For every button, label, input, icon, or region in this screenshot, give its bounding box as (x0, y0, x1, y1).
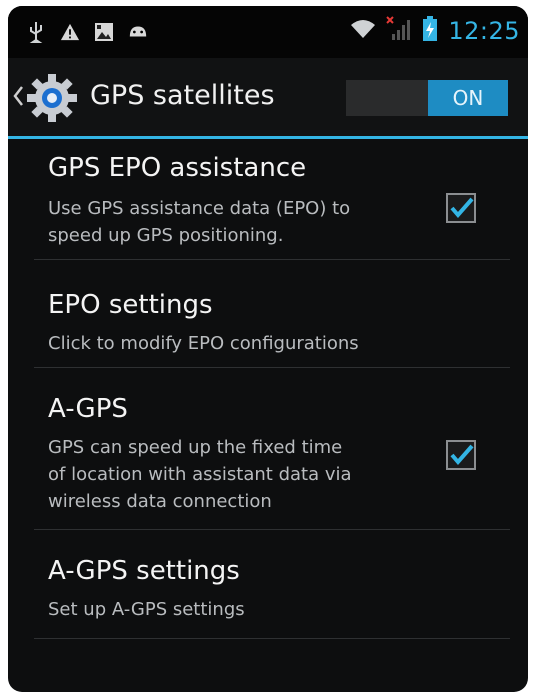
page-frame: 12:25 GPS satellites ON GPS EPO assistan… (0, 0, 534, 698)
image-notification-icon (94, 22, 114, 42)
a-gps-checkbox[interactable] (446, 440, 476, 470)
item-subtitle: Set up A-GPS settings (48, 596, 408, 623)
notification-icons (26, 22, 148, 43)
warning-icon (60, 22, 80, 42)
no-signal-icon (386, 16, 412, 46)
item-subtitle-line: speed up GPS positioning. (48, 225, 284, 246)
page-title: GPS satellites (90, 80, 275, 111)
gps-toggle-switch[interactable]: ON (346, 80, 508, 116)
checkmark-icon (450, 444, 474, 466)
back-chevron-icon[interactable] (12, 84, 24, 112)
item-subtitle: Click to modify EPO configurations (48, 330, 408, 357)
item-title: A-GPS (48, 394, 128, 424)
list-item-a-gps[interactable]: A-GPS GPS can speed up the fixed time of… (8, 368, 528, 529)
gear-icon[interactable] (24, 72, 80, 128)
wifi-icon (350, 18, 376, 44)
action-bar: GPS satellites ON (8, 58, 528, 138)
toggle-on-label: ON (428, 80, 508, 116)
list-divider (34, 638, 510, 639)
item-subtitle-line: of location with assistant data via (48, 464, 352, 485)
battery-charging-icon (422, 16, 438, 46)
item-subtitle: Use GPS assistance data (EPO) to speed u… (48, 195, 408, 249)
item-subtitle-line: GPS can speed up the fixed time (48, 437, 343, 458)
item-subtitle-line: wireless data connection (48, 491, 272, 512)
item-subtitle-line: Set up A-GPS settings (48, 599, 245, 620)
list-item-epo-settings[interactable]: EPO settings Click to modify EPO configu… (8, 260, 528, 367)
gps-epo-checkbox[interactable] (446, 193, 476, 223)
usb-icon (26, 22, 46, 43)
list-item-a-gps-settings[interactable]: A-GPS settings Set up A-GPS settings (8, 530, 528, 638)
item-title: GPS EPO assistance (48, 153, 307, 183)
status-bar: 12:25 (8, 6, 528, 58)
item-title: A-GPS settings (48, 556, 240, 586)
checkmark-icon (450, 197, 474, 219)
item-title: EPO settings (48, 290, 213, 320)
status-time: 12:25 (448, 17, 520, 45)
item-subtitle-line: Click to modify EPO configurations (48, 333, 359, 354)
system-status-icons: 12:25 (350, 16, 520, 46)
item-subtitle: GPS can speed up the fixed time of locat… (48, 434, 408, 515)
phone-screen: 12:25 GPS satellites ON GPS EPO assistan… (8, 6, 528, 692)
android-debug-icon (128, 22, 148, 42)
item-subtitle-line: Use GPS assistance data (EPO) to (48, 198, 351, 219)
list-item-gps-epo-assistance[interactable]: GPS EPO assistance Use GPS assistance da… (8, 139, 528, 259)
